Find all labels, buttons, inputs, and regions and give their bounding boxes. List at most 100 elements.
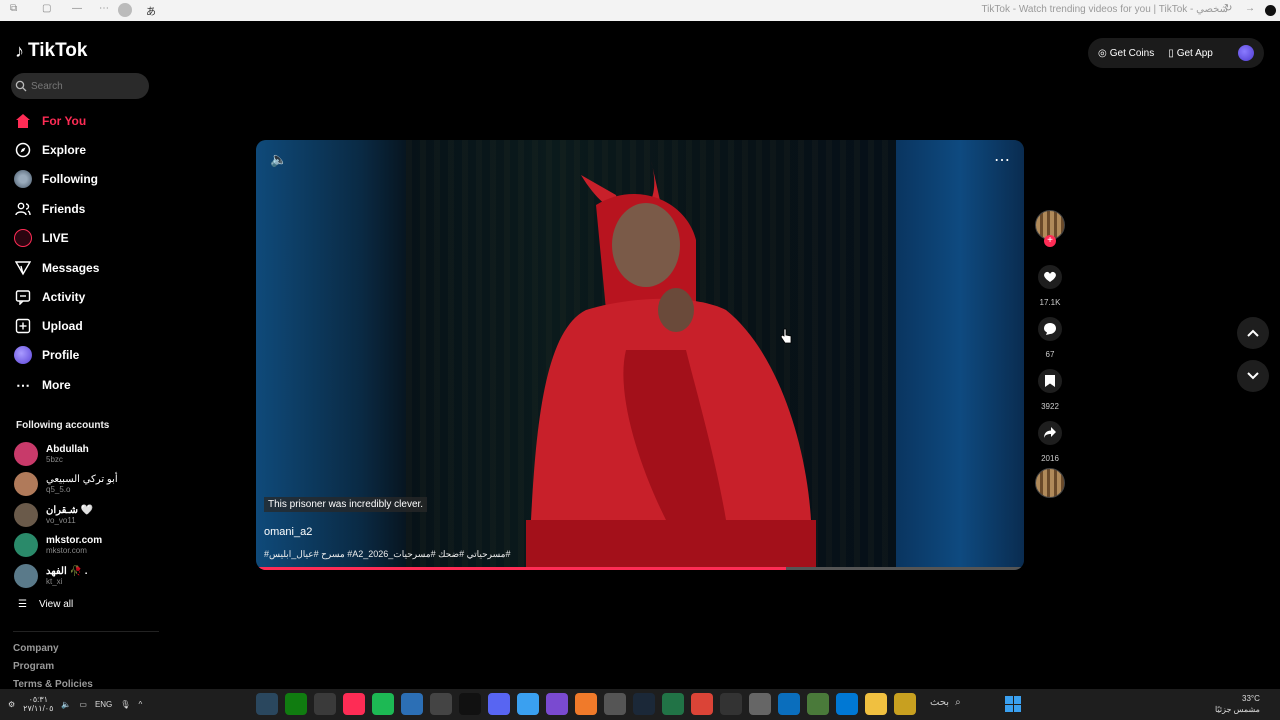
search-box[interactable] xyxy=(11,73,149,99)
taskbar-search[interactable]: بحث ⌕ xyxy=(930,697,961,708)
window-icon[interactable]: ⧉ xyxy=(10,3,17,14)
following-account[interactable]: mkstor.com mkstor.com xyxy=(14,533,102,557)
account-handle: q5_5.o xyxy=(46,485,71,494)
user-avatar[interactable] xyxy=(1238,45,1254,61)
tiktok-app-icon[interactable] xyxy=(343,693,365,715)
next-video-button[interactable] xyxy=(1237,360,1269,392)
steam-app-icon[interactable] xyxy=(256,693,278,715)
chevron-up-tray-icon[interactable]: ^ xyxy=(138,700,142,709)
taskbar-apps xyxy=(256,693,916,715)
account-name: الفهد 🥀 . xyxy=(46,566,88,577)
hand-cursor-icon xyxy=(780,328,792,344)
system-tray: ⚙ ٠٥:٣١ ٢٧/١١/٠٥ 🔈 ▭ ENG 🎙 ^ xyxy=(8,695,142,713)
search-app-icon[interactable] xyxy=(314,693,336,715)
previous-video-button[interactable] xyxy=(1237,317,1269,349)
settings-icon[interactable]: ⚙ xyxy=(8,700,15,709)
network-icon[interactable]: ▭ xyxy=(79,700,87,709)
weather-widget[interactable]: 33°C مشمس جزئيًا xyxy=(1215,693,1260,715)
windows-start-icon[interactable] xyxy=(1005,696,1021,712)
edge-app-icon[interactable] xyxy=(836,693,858,715)
nav-messages[interactable]: Messages xyxy=(14,257,99,279)
store-app-icon[interactable] xyxy=(401,693,423,715)
file-explorer-icon[interactable] xyxy=(865,693,887,715)
nav-activity[interactable]: Activity xyxy=(14,286,85,308)
following-accounts-title: Following accounts xyxy=(16,420,110,431)
weather-condition: مشمس جزئيًا xyxy=(1215,705,1260,714)
like-button[interactable] xyxy=(1038,265,1062,289)
nav-live[interactable]: LIVE xyxy=(14,227,69,249)
utility-app-icon[interactable] xyxy=(749,693,771,715)
volume-icon[interactable]: 🔈 xyxy=(270,151,287,168)
search-icon xyxy=(15,80,27,92)
following-account[interactable]: شـقران 🤍 vo_vo11 xyxy=(14,503,93,527)
more-options-icon[interactable]: ⋯ xyxy=(994,150,1010,170)
video-player[interactable]: 🔈 ⋯ This prisoner was incredibly clever.… xyxy=(256,140,1024,570)
nav-friends[interactable]: Friends xyxy=(14,198,85,220)
ms-store-icon[interactable] xyxy=(778,693,800,715)
rockstar-app-icon[interactable] xyxy=(894,693,916,715)
account-handle: vo_vo11 xyxy=(46,516,76,525)
tiktok-desktop-icon[interactable] xyxy=(459,693,481,715)
microphone-icon[interactable]: 🎙 xyxy=(120,700,130,709)
language-indicator[interactable]: ENG xyxy=(95,700,112,709)
follow-plus-icon[interactable]: + xyxy=(1044,235,1056,247)
account-name: mkstor.com xyxy=(46,535,103,546)
video-hashtags[interactable]: #مسرح #عيال_ابليس #A2_مسرحياتي #ضحك #مسر… xyxy=(264,549,511,560)
nav-profile[interactable]: Profile xyxy=(14,344,79,366)
discord-app-icon[interactable] xyxy=(488,693,510,715)
view-all-button[interactable]: ☰ View all xyxy=(18,599,73,610)
get-app-button[interactable]: ▯ Get App xyxy=(1168,48,1213,59)
following-account[interactable]: أبو تركي السبيعي q5_5.o xyxy=(14,472,118,496)
epic-app-icon[interactable] xyxy=(720,693,742,715)
explorer-app-icon[interactable] xyxy=(517,693,539,715)
following-account[interactable]: الفهد 🥀 . kt_xi xyxy=(14,564,88,588)
video-username[interactable]: omani_a2 xyxy=(264,526,312,538)
get-app-label: Get App xyxy=(1176,47,1213,59)
tiktok-logo[interactable]: ♪ TikTok xyxy=(15,40,87,62)
share-button[interactable] xyxy=(1038,421,1062,445)
taskbar-search-label: بحث xyxy=(930,697,950,708)
upload-plus-icon xyxy=(14,317,32,335)
xbox-app-icon[interactable] xyxy=(285,693,307,715)
speaker-icon[interactable]: 🔈 xyxy=(61,700,71,709)
search-input[interactable] xyxy=(31,80,141,92)
sync-app-icon[interactable] xyxy=(430,693,452,715)
menu-ellipsis-icon[interactable]: ⋯ xyxy=(99,3,109,14)
chrome-app-icon[interactable] xyxy=(691,693,713,715)
comment-button[interactable] xyxy=(1038,317,1062,341)
account-name: أبو تركي السبيعي xyxy=(46,474,118,485)
reload-icon[interactable]: ↻ xyxy=(1224,3,1232,14)
video-caption: This prisoner was incredibly clever. xyxy=(264,497,428,512)
save-button[interactable] xyxy=(1038,369,1062,393)
forward-icon[interactable]: → xyxy=(1245,3,1255,14)
nav-for-you[interactable]: For You xyxy=(14,110,86,132)
nav-label: Messages xyxy=(42,261,100,275)
share-arrow-icon xyxy=(1044,427,1056,438)
tabs-icon[interactable]: ▢ xyxy=(42,3,51,14)
minecraft-app-icon[interactable] xyxy=(807,693,829,715)
minimize-icon[interactable]: — xyxy=(72,3,82,14)
excel-app-icon[interactable] xyxy=(662,693,684,715)
steam-client-icon[interactable] xyxy=(633,693,655,715)
live-icon xyxy=(14,229,32,247)
temperature: 33°C xyxy=(1242,694,1260,703)
nav-following[interactable]: Following xyxy=(14,168,98,190)
get-coins-button[interactable]: ◎ Get Coins xyxy=(1098,48,1154,59)
translate-icon[interactable]: あ xyxy=(146,3,156,18)
launcher-app-icon[interactable] xyxy=(575,693,597,715)
nav-explore[interactable]: Explore xyxy=(14,139,86,161)
nav-more[interactable]: ⋯ More xyxy=(14,374,71,396)
coin-icon: ◎ xyxy=(1098,47,1107,59)
browser-title-bar: ⧉ ▢ — ⋯ あ TikTok - Watch trending videos… xyxy=(0,0,1280,21)
video-progress-bar[interactable] xyxy=(256,567,1024,570)
profile-icon[interactable] xyxy=(118,3,132,17)
footer-company-link[interactable]: Company xyxy=(13,643,59,654)
obs-app-icon[interactable] xyxy=(604,693,626,715)
sidebar-divider xyxy=(13,631,159,632)
footer-program-link[interactable]: Program xyxy=(13,661,54,672)
game-app-icon[interactable] xyxy=(546,693,568,715)
nav-upload[interactable]: Upload xyxy=(14,315,83,337)
sound-disc-avatar[interactable] xyxy=(1035,468,1065,498)
spotify-app-icon[interactable] xyxy=(372,693,394,715)
following-account[interactable]: Abdullah 5bzc xyxy=(14,442,89,466)
